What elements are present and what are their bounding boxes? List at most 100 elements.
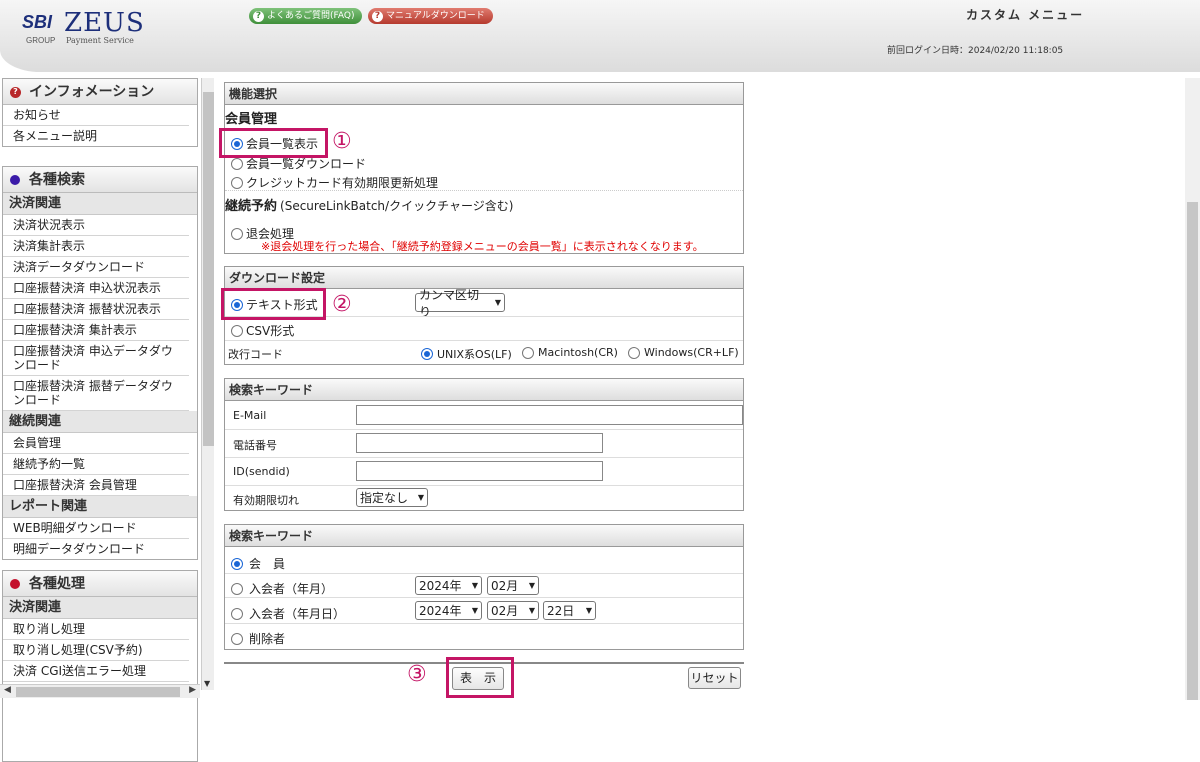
crlf-radio[interactable] <box>628 346 640 359</box>
scroll-right-icon[interactable]: ▶ <box>189 685 196 695</box>
join-date-day-select[interactable]: 22日 ▼ <box>543 601 596 620</box>
sidebar-search-box: 各種検索 決済関連 決済状況表示 決済集計表示 決済データダウンロード 口座振替… <box>2 166 198 560</box>
scrollbar-thumb[interactable] <box>16 687 180 697</box>
day-value: 22日 <box>547 604 575 618</box>
cr-radio[interactable] <box>522 346 534 359</box>
option-label: 入会者（年月日） <box>249 607 346 621</box>
option-join-date[interactable]: 入会者（年月日） <box>231 605 345 622</box>
sidebar-scrollbar[interactable]: ▼ <box>201 78 214 690</box>
reset-button[interactable]: リセット <box>688 667 741 689</box>
divider <box>225 597 743 598</box>
scroll-down-icon[interactable]: ▼ <box>204 679 210 688</box>
join-month-radio[interactable] <box>231 582 243 595</box>
join-month-year-select[interactable]: 2024年 ▼ <box>415 576 482 595</box>
id-label: ID(sendid) <box>233 465 290 478</box>
join-date-radio[interactable] <box>231 607 243 620</box>
expiry-select[interactable]: 指定なし ▼ <box>356 488 428 507</box>
option-label: Windows(CR+LF) <box>644 346 739 359</box>
highlight-box-2 <box>221 288 326 320</box>
sidebar-item-member-management[interactable]: 会員管理 <box>3 433 189 454</box>
option-label: 会 員 <box>249 557 286 571</box>
card-update-radio[interactable] <box>231 176 243 189</box>
sidebar-item[interactable]: 明細データダウンロード <box>3 539 189 559</box>
faq-button[interactable]: ? よくあるご質問(FAQ) <box>249 8 363 24</box>
sidebar-item[interactable]: 決済集計表示 <box>3 236 189 257</box>
lf-radio[interactable] <box>421 348 433 360</box>
member-search-panel: 検索キーワード 会 員 入会者（年月） 2024年 ▼ 02月 ▼ 入会者（年月日）… <box>224 524 744 650</box>
question-icon: ? <box>253 10 264 22</box>
manual-download-button[interactable]: ? マニュアルダウンロード <box>368 8 493 24</box>
sidebar-item[interactable]: 取り消し処理 <box>3 619 189 640</box>
sidebar-item[interactable]: 取り消し処理(CSV予約) <box>3 640 189 661</box>
scroll-left-icon[interactable]: ◀ <box>4 685 11 695</box>
option-member[interactable]: 会 員 <box>231 555 285 572</box>
join-month-month-select[interactable]: 02月 ▼ <box>487 576 539 595</box>
question-icon: ? <box>372 10 383 22</box>
year-value: 2024年 <box>419 604 462 618</box>
sidebar-item[interactable]: 口座振替決済 会員管理 <box>3 475 189 496</box>
sidebar-item[interactable]: 決済データダウンロード <box>3 257 189 278</box>
email-field[interactable] <box>356 405 743 425</box>
sidebar-item-news[interactable]: お知らせ <box>3 105 189 126</box>
chevron-down-icon: ▼ <box>494 298 501 307</box>
phone-field[interactable] <box>356 433 603 453</box>
sidebar-item-menu-help[interactable]: 各メニュー説明 <box>3 126 189 146</box>
sidebar-item[interactable]: 決済状況表示 <box>3 215 189 236</box>
function-panel-title: 機能選択 <box>225 83 743 105</box>
member-download-radio[interactable] <box>231 157 243 170</box>
sidebar-process-heading: 各種処理 <box>3 571 197 597</box>
chevron-down-icon: ▼ <box>471 581 478 590</box>
main-scrollbar[interactable] <box>1185 78 1200 700</box>
sidebar-item[interactable]: 継続予約一覧 <box>3 454 189 475</box>
keyword-panel-title: 検索キーワード <box>225 379 743 401</box>
sidebar-category-payment: 決済関連 <box>3 193 197 215</box>
option-join-month[interactable]: 入会者（年月） <box>231 580 333 597</box>
last-login-text: 前回ログイン日時：2024/02/20 11:18:05 <box>887 46 1064 56</box>
join-date-year-select[interactable]: 2024年 ▼ <box>415 601 482 620</box>
divider <box>225 340 743 341</box>
newline-option-lf[interactable]: UNIX系OS(LF) <box>421 346 512 362</box>
main-content: 機能選択 会員管理 会員一覧表示 会員一覧ダウンロード クレジットカード有効期限… <box>214 78 1186 700</box>
month-value: 02月 <box>491 579 519 593</box>
separator-select[interactable]: カンマ区切り ▼ <box>415 288 505 319</box>
id-field[interactable] <box>356 461 603 481</box>
join-date-month-select[interactable]: 02月 ▼ <box>487 601 539 620</box>
page-title: カスタム メニュー <box>966 8 1085 22</box>
sidebar-category-payment: 決済関連 <box>3 597 197 619</box>
option-label: CSV形式 <box>246 324 295 338</box>
logo-group: GROUP <box>26 36 56 45</box>
option-withdrawn[interactable]: 削除者 <box>231 630 285 647</box>
option-csv-format[interactable]: CSV形式 <box>231 322 294 339</box>
bullet-icon <box>10 579 20 589</box>
annotation-number-3: ③ <box>407 662 427 687</box>
sidebar-item[interactable]: 口座振替決済 申込状況表示 <box>3 278 189 299</box>
option-card-update[interactable]: クレジットカード有効期限更新処理 <box>231 174 438 191</box>
expiry-value: 指定なし <box>360 491 409 505</box>
csv-format-radio[interactable] <box>231 324 243 337</box>
withdraw-radio[interactable] <box>231 227 243 240</box>
logo-zeus: ZEUS <box>64 8 145 38</box>
sidebar-process-title: 各種処理 <box>29 576 85 592</box>
newline-label: 改行コード <box>228 348 283 361</box>
sidebar-horizontal-scrollbar[interactable]: ◀ ▶ <box>0 684 200 698</box>
header: SBI GROUP ZEUS Payment Service ? よくあるご質問(… <box>0 0 1200 78</box>
sidebar-item[interactable]: 決済 CGI送信エラー処理 <box>3 661 189 682</box>
question-icon: ? <box>10 87 21 98</box>
logo-payment-service: Payment Service <box>66 36 134 45</box>
sidebar-item[interactable]: 口座振替決済 振替データダウンロード <box>3 376 189 411</box>
sidebar-item[interactable]: 口座振替決済 集計表示 <box>3 320 189 341</box>
member-radio[interactable] <box>231 557 243 570</box>
scrollbar-thumb[interactable] <box>203 92 214 446</box>
sidebar-item[interactable]: 口座振替決済 申込データダウンロード <box>3 341 189 376</box>
sidebar-item[interactable]: 口座振替決済 振替状況表示 <box>3 299 189 320</box>
chevron-down-icon: ▼ <box>471 606 478 615</box>
sidebar: ? インフォメーション お知らせ 各メニュー説明 各種検索 決済関連 決済状況表… <box>0 78 214 762</box>
sidebar-item[interactable]: WEB明細ダウンロード <box>3 518 189 539</box>
function-panel: 機能選択 会員管理 会員一覧表示 会員一覧ダウンロード クレジットカード有効期限… <box>224 82 744 254</box>
withdrawn-radio[interactable] <box>231 632 243 645</box>
newline-option-crlf[interactable]: Windows(CR+LF) <box>628 346 739 359</box>
highlight-box-3 <box>446 657 514 698</box>
scrollbar-thumb[interactable] <box>1187 202 1198 700</box>
section-continuation-note: (SecureLinkBatch/クイックチャージ含む) <box>280 199 514 213</box>
newline-option-cr[interactable]: Macintosh(CR) <box>522 346 618 359</box>
